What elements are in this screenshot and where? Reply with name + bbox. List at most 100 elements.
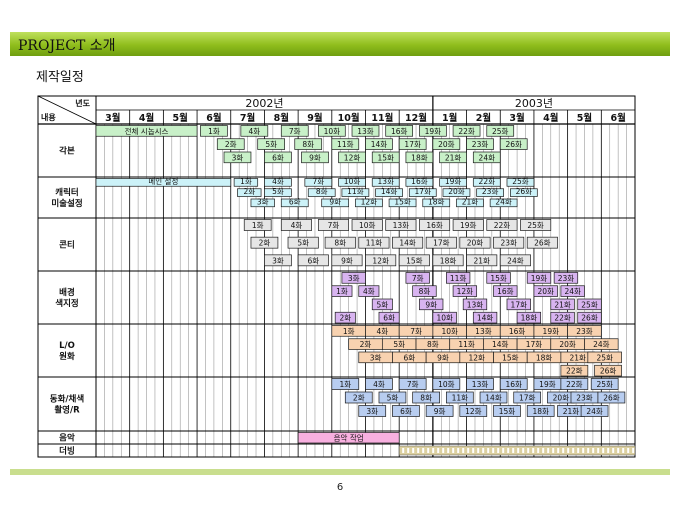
schedule-bar-label: 15화 (490, 274, 507, 283)
month-label: 11월 (371, 112, 393, 124)
month-label: 5월 (577, 112, 592, 124)
schedule-bar-label: 10화 (441, 327, 458, 336)
schedule-bar-label: 12화 (372, 256, 389, 265)
schedule-bar-label: 9화 (309, 153, 321, 162)
schedule-bar-label: 11화 (347, 187, 364, 196)
row-label: 캐릭터 (55, 187, 78, 198)
schedule-bar-label: 21화 (445, 153, 462, 162)
schedule-bar-label: 23화 (576, 327, 593, 336)
schedule-bar-label: 7화 (328, 221, 340, 230)
schedule-bar-label: 17화 (526, 340, 543, 349)
row-label: L/O (59, 341, 75, 351)
dubbing-dot (632, 448, 635, 453)
dubbing-dot (472, 448, 475, 453)
schedule-bar-label: 16화 (509, 327, 526, 336)
schedule-bar-label: 6화 (289, 197, 301, 206)
schedule-bar-label: 6화 (272, 153, 284, 162)
schedule-bar-label: 16화 (391, 127, 408, 136)
schedule-bar-label: 19화 (539, 380, 556, 389)
month-label: 4월 (139, 112, 154, 124)
schedule-bar-label: 3화 (370, 353, 382, 362)
dubbing-dot (597, 448, 600, 453)
schedule-bar-label: 6화 (307, 256, 319, 265)
schedule-bar-label: 24화 (593, 340, 610, 349)
schedule-bar-label: 5화 (387, 394, 399, 403)
schedule-bar-label: 6화 (400, 407, 412, 416)
row-label: 촬영/R (54, 405, 80, 416)
row-label: 더빙 (59, 446, 75, 457)
schedule-bar-label: 1화 (343, 327, 355, 336)
schedule-bar-label: 22화 (566, 367, 583, 376)
schedule-bar-label: 메인 설정 (148, 176, 178, 186)
dubbing-dot (532, 448, 535, 453)
dubbing-dot (537, 448, 540, 453)
schedule-bar-label: 22화 (479, 177, 496, 186)
schedule-bar-label: 전체 시놉시스 (125, 126, 169, 136)
schedule-bar-label: 22화 (566, 380, 583, 389)
schedule-bar-label: 1화 (208, 127, 220, 136)
schedule-bar-label: 16화 (411, 177, 428, 186)
schedule-bar-label: 18화 (532, 407, 549, 416)
schedule-bar-label: 8화 (302, 140, 314, 149)
schedule-bar-label: 21화 (473, 256, 490, 265)
dubbing-dot (427, 448, 430, 453)
dubbing-dot (512, 448, 515, 453)
schedule-bar-label: 19화 (531, 274, 548, 283)
dubbing-bar (398, 445, 636, 456)
schedule-bar-label: 25화 (492, 127, 509, 136)
schedule-bar-label: 16화 (505, 380, 522, 389)
production-schedule-table: 년도내용2002년 2003년3월 4월 5월 6월 7월 8월 9월 10월 11월 12월 1월 2… (37, 95, 636, 458)
year-label: 2003년 (515, 97, 553, 110)
schedule-bar-label: 8화 (420, 394, 432, 403)
schedule-bar-label: 7화 (407, 380, 419, 389)
month-label: 6월 (610, 112, 625, 124)
schedule-bar-label: 14화 (477, 314, 494, 323)
dubbing-dot (492, 448, 495, 453)
dubbing-dot (522, 448, 525, 453)
schedule-bar-label: 24화 (564, 287, 581, 296)
schedule-bar-label: 25화 (581, 300, 598, 309)
schedule-bar-label: 26화 (505, 140, 522, 149)
dubbing-dot (612, 448, 615, 453)
dubbing-dot (457, 448, 460, 453)
schedule-bar-label: 9화 (341, 256, 353, 265)
month-label: 9월 (307, 112, 322, 124)
schedule-bar-label: 6화 (403, 353, 415, 362)
footer-bar (10, 469, 670, 475)
schedule-bar-label: 13화 (357, 127, 374, 136)
dubbing-dot (567, 448, 570, 453)
schedule-bar-label: 5화 (265, 140, 277, 149)
dubbing-dot (437, 448, 440, 453)
schedule-bar-label: 9화 (437, 353, 449, 362)
schedule-bar-label: 3화 (232, 153, 244, 162)
schedule-bar-label: 19화 (445, 177, 462, 186)
schedule-bar-label: 26화 (600, 367, 617, 376)
schedule-bar-label: 11화 (452, 394, 469, 403)
dubbing-dot (547, 448, 550, 453)
month-label: 8월 (274, 112, 289, 124)
schedule-bar-label: 1화 (339, 380, 351, 389)
dubbing-dot (572, 448, 575, 453)
schedule-bar-label: 14화 (371, 140, 388, 149)
schedule-bar-label: 1화 (336, 287, 348, 296)
schedule-bar-label: 14화 (399, 239, 416, 248)
month-label: 10월 (338, 112, 360, 124)
schedule-bar-label: 21화 (462, 197, 479, 206)
schedule-bar-label: 19화 (425, 127, 442, 136)
schedule-bar-label: 19화 (460, 221, 477, 230)
schedule-bar-label: 7화 (412, 274, 424, 283)
row-label: 콘티 (59, 240, 75, 251)
schedule-bar-label: 7화 (313, 177, 325, 186)
schedule-bar-label: 8화 (427, 340, 439, 349)
schedule-bar-label: 17화 (404, 140, 421, 149)
schedule-bar-label: 14화 (381, 187, 398, 196)
schedule-bar-label: 23화 (482, 187, 499, 196)
schedule-bar-label: 6화 (383, 314, 395, 323)
schedule-bar-label: 17화 (511, 300, 528, 309)
dubbing-dot (502, 448, 505, 453)
schedule-bar-label: 21화 (570, 353, 587, 362)
month-label: 3월 (509, 112, 524, 124)
dubbing-dot (592, 448, 595, 453)
corner-label-content: 내용 (41, 112, 56, 122)
schedule-bar-label: 4화 (363, 287, 375, 296)
